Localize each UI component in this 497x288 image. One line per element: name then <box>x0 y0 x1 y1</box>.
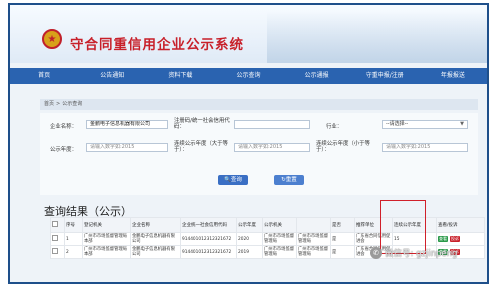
col-header: 登记机关 <box>82 217 131 233</box>
year-input[interactable]: 请输入数字如:2015 <box>86 143 168 152</box>
reset-button-label: 重置 <box>285 177 297 183</box>
nav-item-query[interactable]: 公示查询 <box>214 68 282 84</box>
watermark-text: 微信号: gzjinpeng <box>385 249 458 259</box>
breadcrumb-current: 公示查询 <box>62 101 83 107</box>
cell-year: 2020 <box>236 232 263 246</box>
industry-select[interactable]: --请选择-- ▼ <box>382 120 468 129</box>
col-header: 序号 <box>64 217 83 233</box>
cell-org: 广州市市场监督管理局 <box>262 232 297 246</box>
company-name-input[interactable]: 金鹏电子信息机器有限公司 <box>86 120 168 129</box>
select-all-checkbox[interactable] <box>50 217 65 233</box>
wechat-watermark: ✆ 微信号: gzjinpeng <box>370 245 457 261</box>
cell-reg: 广州市市场监督管理局本部 <box>82 232 131 246</box>
cell-name: 金鹏电子信息机器有限公司 <box>130 245 181 259</box>
consecutive-ge-label: 连续公示年度（大于等于）： <box>174 141 228 153</box>
emblem-icon: ★ <box>42 29 62 49</box>
row-checkbox[interactable] <box>50 232 65 246</box>
breadcrumb-home[interactable]: 首页 <box>44 101 54 107</box>
cell-org: 广州市市场监督管理局 <box>262 245 297 259</box>
cell-year: 2019 <box>236 245 263 259</box>
search-button[interactable]: 🔍查询 <box>218 175 248 185</box>
screenshot-frame: ★ 守合同重信用企业公示系统 首页 公告通知 资料下载 公示查询 公示通报 守重… <box>8 3 489 284</box>
col-header: 企业统一社会信用代码 <box>180 217 237 233</box>
cell-code: 914401012312321672 <box>180 232 237 246</box>
credit-code-input[interactable] <box>234 120 310 129</box>
reset-button[interactable]: ↻重置 <box>274 175 304 185</box>
breadcrumb: 首页 > 公示查询 <box>40 99 478 110</box>
col-header: 查看/投诉 <box>436 217 485 233</box>
cell-flag: 是 <box>330 232 355 246</box>
year-label: 公示年度： <box>50 147 77 153</box>
cell-actions: 查看 投诉 <box>436 232 485 246</box>
search-form: 企业名称： 金鹏电子信息机器有限公司 注册码/统一社会信用代码： 行业： --请… <box>40 113 478 195</box>
consecutive-le-input[interactable]: 请输入数字如:2015 <box>382 143 468 152</box>
col-header: 企业名称 <box>130 217 181 233</box>
credit-code-label: 注册码/统一社会信用代码： <box>174 118 230 130</box>
row-checkbox[interactable] <box>50 245 65 259</box>
col-header: 公示机关 <box>262 217 297 233</box>
cell-no: 1 <box>64 232 83 246</box>
chevron-down-icon: ▼ <box>460 121 464 127</box>
cell-org2: 广州市市场监督管理局 <box>296 232 331 246</box>
cell-code: 914401012312321672 <box>180 245 237 259</box>
breadcrumb-separator: > <box>56 101 61 107</box>
header-skyline-decoration <box>267 11 487 63</box>
nav-item-apply[interactable]: 守重申报/注册 <box>351 68 419 84</box>
site-title: 守合同重信用企业公示系统 <box>70 37 244 53</box>
search-icon: 🔍 <box>224 177 231 183</box>
col-header: 公示年度 <box>236 217 263 233</box>
consecutive-le-label: 连续公示年度（小于等于）： <box>316 141 370 153</box>
company-name-label: 企业名称： <box>50 124 77 130</box>
cell-flag: 是 <box>330 245 355 259</box>
search-button-label: 查询 <box>230 177 242 183</box>
nav-item-downloads[interactable]: 资料下载 <box>146 68 214 84</box>
view-button[interactable]: 查看 <box>438 235 448 242</box>
site-header: ★ 守合同重信用企业公示系统 <box>10 5 487 63</box>
industry-label: 行业： <box>326 124 343 130</box>
nav-item-bulletin[interactable]: 公示通报 <box>283 68 351 84</box>
complain-button[interactable]: 投诉 <box>450 235 460 242</box>
cell-name: 金鹏电子信息机器有限公司 <box>130 232 181 246</box>
wechat-icon: ✆ <box>370 247 382 259</box>
col-header: 是否 <box>330 217 355 233</box>
cell-no: 2 <box>64 245 83 259</box>
cell-reg: 广州市市场监督管理局本部 <box>82 245 131 259</box>
nav-item-notices[interactable]: 公告通知 <box>78 68 146 84</box>
nav-item-home[interactable]: 首页 <box>10 68 78 84</box>
main-nav: 首页 公告通知 资料下载 公示查询 公示通报 守重申报/注册 年报报送 <box>10 68 487 84</box>
col-header <box>296 217 331 233</box>
consecutive-ge-input[interactable]: 请输入数字如:2015 <box>234 143 310 152</box>
industry-select-value: --请选择-- <box>386 121 409 127</box>
nav-item-annual-report[interactable]: 年报报送 <box>419 68 487 84</box>
cell-org2: 广州市市场监督管理局 <box>296 245 331 259</box>
